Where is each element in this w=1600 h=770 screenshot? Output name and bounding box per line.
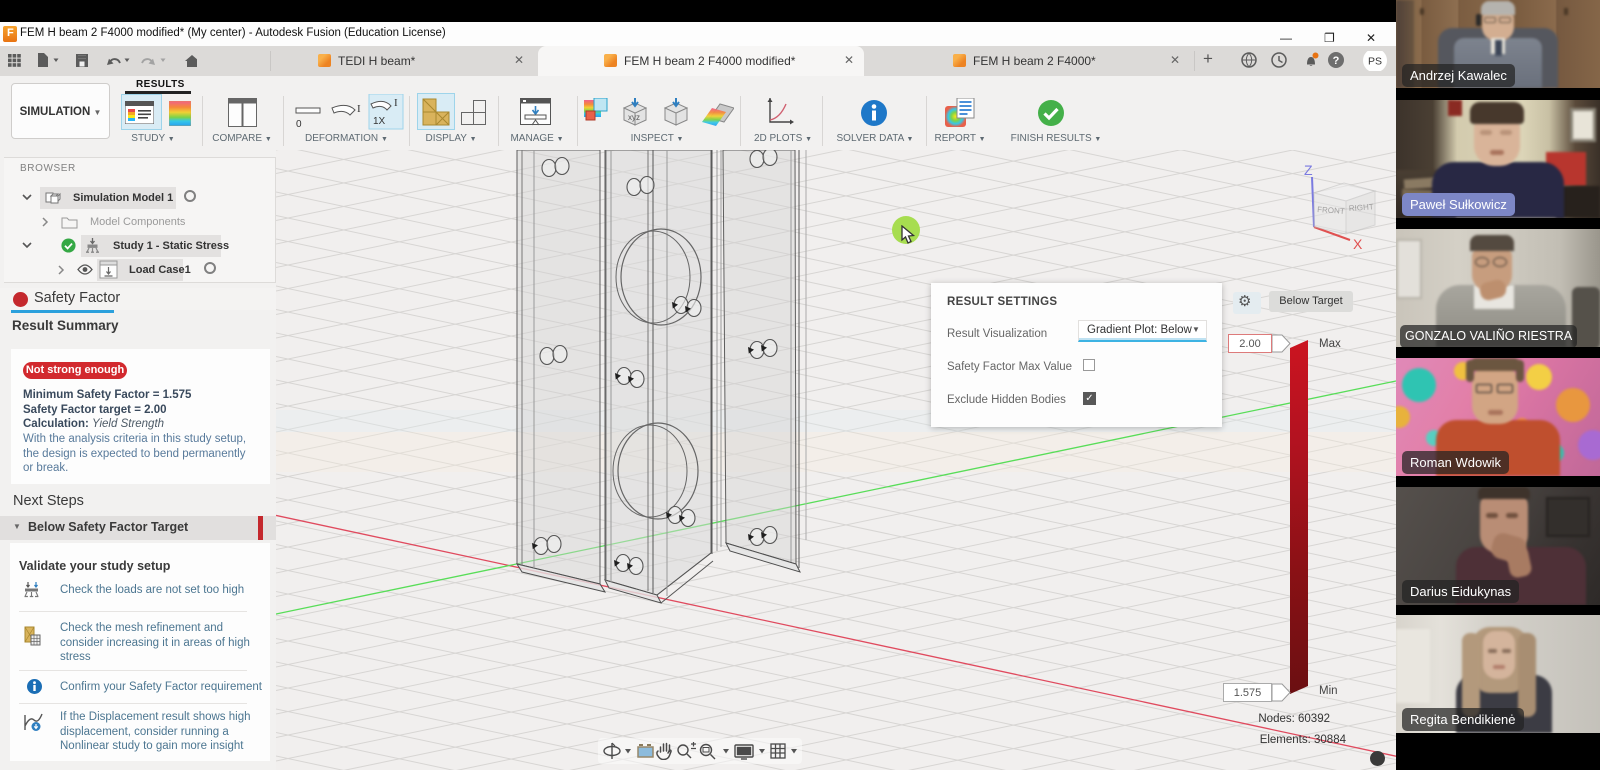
svg-text:?: ?: [1333, 55, 1340, 67]
svg-text:RIGHT: RIGHT: [1349, 202, 1375, 213]
svg-text:1X: 1X: [373, 116, 386, 127]
svg-text:I: I: [394, 97, 398, 109]
svg-text:xyz: xyz: [628, 113, 640, 122]
svg-text:0: 0: [296, 119, 302, 130]
svg-text:X: X: [1353, 236, 1363, 252]
svg-text:PS: PS: [1368, 56, 1382, 68]
svg-text:FRONT: FRONT: [1317, 205, 1345, 216]
svg-text:I: I: [357, 103, 361, 115]
svg-text:Z: Z: [1304, 162, 1313, 178]
